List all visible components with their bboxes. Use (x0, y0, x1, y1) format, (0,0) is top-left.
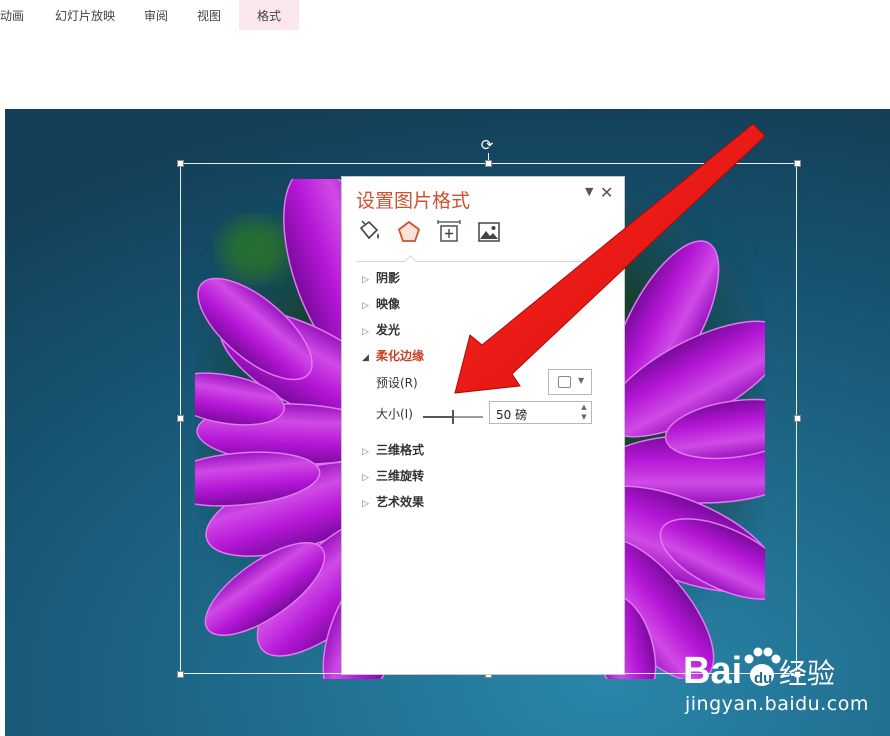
resize-handle-tc[interactable] (485, 160, 492, 167)
section-label: 三维格式 (376, 443, 425, 457)
pane-separator (356, 261, 618, 262)
section-3d-format[interactable]: ▷ 三维格式 (362, 441, 424, 458)
preset-swatch-icon (558, 376, 571, 388)
svg-text:du: du (754, 670, 772, 687)
format-picture-pane: 设置图片格式 ▼ ✕ ▷ 阴影 ▷ 映像 ▷ 发光 ◢ 柔化边缘 预设(R) ▼… (341, 176, 625, 675)
section-label: 柔化边缘 (376, 349, 425, 363)
section-label: 三维旋转 (376, 469, 425, 483)
section-reflection[interactable]: ▷ 映像 (362, 295, 400, 312)
ribbon: 动画 幻灯片放映 审阅 视图 格式 (0, 0, 890, 108)
expand-triangle-icon: ▷ (362, 275, 369, 285)
size-label: 大小(I) (376, 407, 413, 421)
pane-category-icons (356, 219, 516, 245)
size-properties-icon[interactable] (436, 219, 462, 245)
tab-animations[interactable]: 动画 (0, 0, 27, 30)
watermark-url: jingyan.baidu.com (685, 693, 869, 715)
pane-options-icon[interactable]: ▼ (585, 185, 593, 198)
expand-triangle-icon: ▷ (362, 473, 369, 483)
expand-triangle-icon: ▷ (362, 447, 369, 457)
rotate-handle-icon[interactable]: ⟳ (479, 137, 495, 153)
expand-triangle-icon: ▷ (362, 301, 369, 311)
section-soft-edges[interactable]: ◢ 柔化边缘 (362, 347, 424, 364)
section-3d-rotation[interactable]: ▷ 三维旋转 (362, 467, 424, 484)
chevron-down-icon: ▼ (578, 376, 585, 385)
expand-triangle-icon: ▷ (362, 327, 369, 337)
size-slider[interactable] (423, 410, 483, 424)
ribbon-tabs: 动画 幻灯片放映 审阅 视图 格式 (0, 0, 299, 30)
slider-thumb[interactable] (452, 410, 454, 424)
resize-handle-bl[interactable] (177, 671, 184, 678)
svg-text:Bai: Bai (683, 650, 742, 692)
picture-icon[interactable] (476, 219, 502, 245)
section-label: 阴影 (376, 271, 401, 285)
expand-triangle-icon: ▷ (362, 499, 369, 509)
slider-fill (423, 416, 453, 418)
close-icon[interactable]: ✕ (600, 183, 613, 202)
svg-text:经验: 经验 (779, 657, 835, 690)
section-label: 发光 (376, 323, 401, 337)
size-spinner[interactable]: 50 磅 ▲ ▼ (489, 401, 592, 424)
tab-review[interactable]: 审阅 (144, 0, 169, 30)
section-label: 艺术效果 (376, 495, 425, 509)
resize-handle-tl[interactable] (177, 160, 184, 167)
resize-handle-ml[interactable] (177, 415, 184, 422)
tab-format[interactable]: 格式 (239, 0, 299, 30)
tab-slideshow[interactable]: 幻灯片放映 (55, 0, 116, 30)
fill-line-icon[interactable] (356, 219, 382, 245)
active-category-notch (404, 255, 417, 268)
section-artistic-effects[interactable]: ▷ 艺术效果 (362, 493, 424, 510)
collapse-triangle-icon: ◢ (362, 353, 369, 363)
size-value[interactable]: 50 磅 (496, 406, 527, 423)
screen: 动画 幻灯片放映 审阅 视图 格式 ⟳ 设置图片格式 ▼ ✕ ▷ 阴影 ▷ 映像… (0, 0, 890, 736)
preset-dropdown[interactable]: ▼ (548, 369, 592, 395)
section-shadow[interactable]: ▷ 阴影 (362, 269, 400, 286)
spin-down-icon[interactable]: ▼ (578, 413, 590, 423)
resize-handle-tr[interactable] (794, 160, 801, 167)
tab-view[interactable]: 视图 (197, 0, 223, 30)
section-glow[interactable]: ▷ 发光 (362, 321, 400, 338)
preset-label: 预设(R) (376, 376, 418, 390)
section-label: 映像 (376, 297, 401, 311)
pane-title: 设置图片格式 (356, 190, 471, 212)
effects-icon[interactable] (396, 219, 422, 245)
spin-up-icon[interactable]: ▲ (578, 403, 590, 413)
resize-handle-mr[interactable] (794, 415, 801, 422)
